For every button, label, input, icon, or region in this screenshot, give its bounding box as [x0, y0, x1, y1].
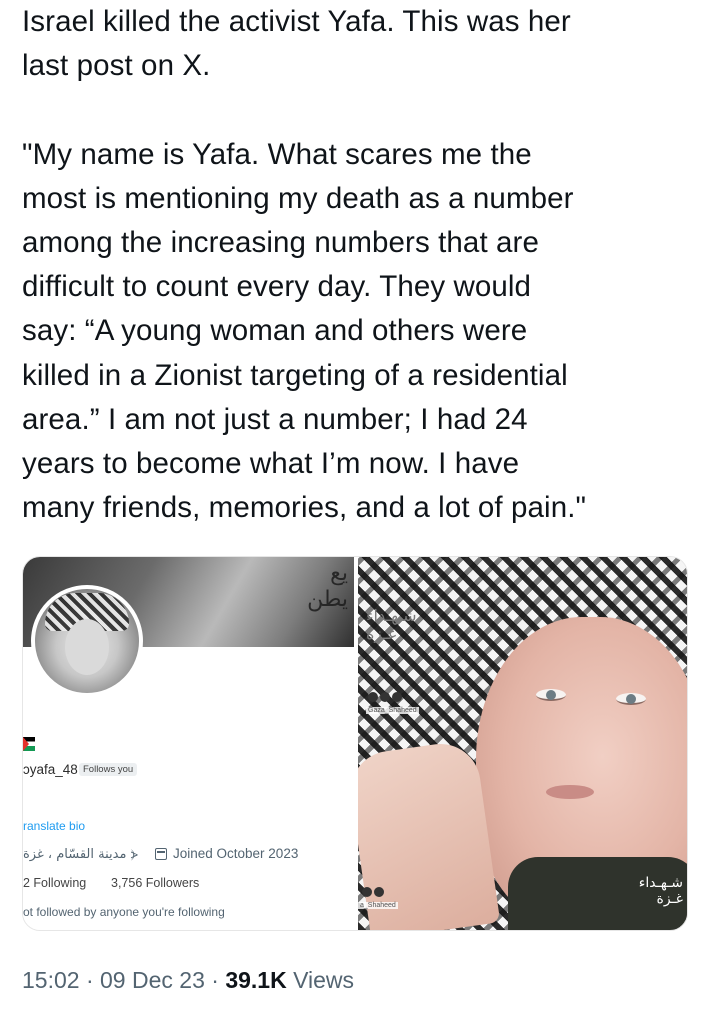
profile-screenshot-image[interactable]: يع يطن ɔyafa_48 Follows you ranslate bio… [23, 557, 354, 930]
tweet-date[interactable]: 09 Dec 23 [100, 967, 205, 993]
profile-handle: ɔyafa_48 [23, 762, 78, 777]
watermark-handle-top: Gaza_Shaheed [366, 707, 419, 714]
telegram-icon [380, 692, 390, 702]
media-grid[interactable]: يع يطن ɔyafa_48 Follows you ranslate bio… [22, 556, 688, 931]
right-eye [616, 693, 646, 705]
x-icon [374, 887, 384, 897]
translate-bio-link: ranslate bio [23, 819, 86, 833]
watermark-handle-bottom: a_Shaheed [358, 902, 398, 909]
tweet-meta: 15:02 · 09 Dec 23 · 39.1K Views [22, 967, 354, 994]
calendar-icon [155, 848, 167, 860]
profile-location: مدينة القسّام ، غزة ⦔ [23, 847, 138, 862]
watermark-bottom: شـهـداء غـزة [638, 875, 683, 907]
tweet-time[interactable]: 15:02 [22, 967, 80, 993]
views-count: 39.1K [225, 967, 287, 993]
joined-date: Joined October 2023 [173, 846, 299, 861]
not-followed-note: ot followed by anyone you're following [23, 905, 225, 919]
avatar-face [65, 619, 109, 675]
watermark-social-icons-top [368, 692, 402, 702]
follows-you-badge: Follows you [79, 763, 138, 776]
following-count: 2 Following [23, 876, 87, 890]
portrait-photo-image[interactable]: شـهـداء غـزة Gaza_Shaheed a_Shaheed شـهـ… [358, 557, 687, 930]
views-label: Views [286, 967, 355, 993]
avatar [31, 585, 143, 697]
watermark-top: شـهـداء غـزة [366, 606, 417, 643]
watermark-social-icons-bottom [362, 887, 384, 897]
meta-separator: · [204, 967, 226, 993]
banner-text: يع يطن [307, 561, 348, 612]
left-eye [536, 689, 566, 701]
tweet-text: Israel killed the activist Yafa. This wa… [22, 5, 587, 525]
x-icon [392, 692, 402, 702]
lips [546, 785, 594, 799]
meta-separator: · [79, 967, 101, 993]
instagram-icon [368, 692, 378, 702]
followers-count: 3,756 Followers [111, 876, 200, 890]
palestine-flag-icon [23, 737, 35, 751]
instagram-icon [362, 887, 372, 897]
